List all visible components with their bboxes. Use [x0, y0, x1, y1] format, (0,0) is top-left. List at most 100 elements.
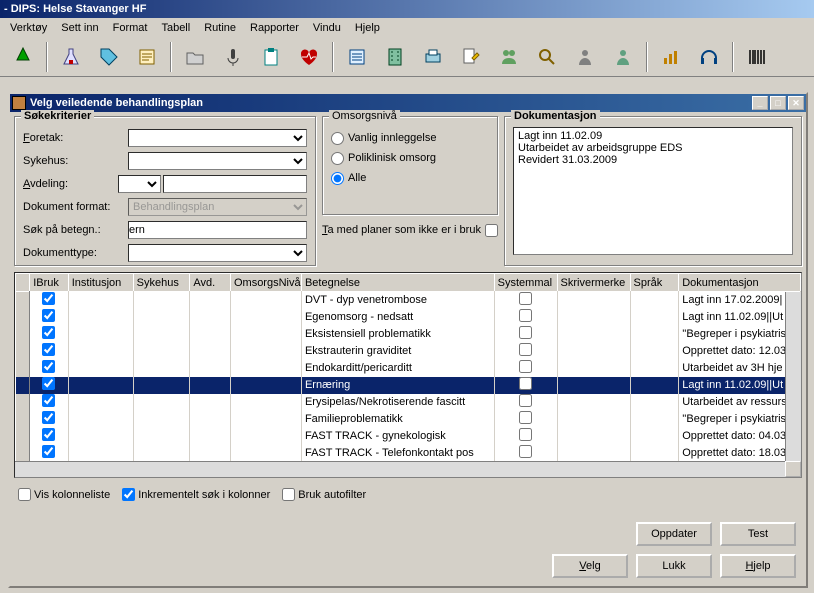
radio-vanlig[interactable]: [331, 132, 344, 145]
building-icon[interactable]: [378, 40, 412, 74]
doktype-select[interactable]: [128, 244, 307, 262]
vertical-scrollbar[interactable]: [785, 292, 801, 461]
ibruk-checkbox[interactable]: [42, 292, 55, 305]
documentation-text[interactable]: Lagt inn 11.02.09 Utarbeidet av arbeidsg…: [513, 127, 793, 255]
oppdater-button[interactable]: Oppdater: [636, 522, 712, 546]
col-avd[interactable]: Avd.: [190, 274, 231, 292]
table-row[interactable]: Egenomsorg - nedsattLagt inn 11.02.09||U…: [16, 309, 801, 326]
foretak-select[interactable]: [128, 129, 307, 147]
radio-vanlig-label: Vanlig innleggelse: [348, 132, 436, 144]
chart-icon[interactable]: [654, 40, 688, 74]
close-button[interactable]: ✕: [788, 96, 804, 110]
avdeling-select[interactable]: [118, 175, 161, 193]
systemmal-checkbox[interactable]: [519, 309, 532, 322]
col-skrivermerke[interactable]: Skrivermerke: [557, 274, 630, 292]
include-checkbox[interactable]: [485, 224, 498, 237]
cb-inkrementelt[interactable]: [122, 488, 135, 501]
col-institusjon[interactable]: Institusjon: [68, 274, 133, 292]
menu-tabell[interactable]: Tabell: [155, 20, 196, 36]
menu-format[interactable]: Format: [107, 20, 154, 36]
systemmal-checkbox[interactable]: [519, 326, 532, 339]
maximize-button[interactable]: □: [770, 96, 786, 110]
person1-icon[interactable]: [568, 40, 602, 74]
tag-icon[interactable]: [92, 40, 126, 74]
documentation-title: Dokumentasjon: [511, 110, 600, 122]
ibruk-checkbox[interactable]: [42, 343, 55, 356]
test-button[interactable]: Test: [720, 522, 796, 546]
ibruk-checkbox[interactable]: [42, 428, 55, 441]
radio-alle[interactable]: [331, 172, 344, 185]
clipboard-icon[interactable]: [254, 40, 288, 74]
systemmal-checkbox[interactable]: [519, 428, 532, 441]
menu-rapporter[interactable]: Rapporter: [244, 20, 305, 36]
doc-pencil-icon[interactable]: [454, 40, 488, 74]
heart-icon[interactable]: [292, 40, 326, 74]
table-row[interactable]: DVT - dyp venetromboseLagt inn 17.02.200…: [16, 292, 801, 309]
systemmal-checkbox[interactable]: [519, 394, 532, 407]
horizontal-scrollbar[interactable]: [15, 461, 785, 477]
cell-dokumentasjon: Opprettet dato: 04.03: [679, 428, 801, 445]
systemmal-checkbox[interactable]: [519, 343, 532, 356]
radio-poli[interactable]: [331, 152, 344, 165]
col-sykehus[interactable]: Sykehus: [133, 274, 190, 292]
ibruk-checkbox[interactable]: [42, 309, 55, 322]
menu-verktoy[interactable]: Verktøy: [4, 20, 53, 36]
app-titlebar: - DIPS: Helse Stavanger HF: [0, 0, 814, 18]
note-icon[interactable]: [130, 40, 164, 74]
dialog-titlebar: Velg veiledende behandlingsplan _ □ ✕: [10, 94, 806, 112]
table-row[interactable]: Ekstrauterin graviditetOpprettet dato: 1…: [16, 343, 801, 360]
velg-button[interactable]: Velg: [552, 554, 628, 578]
systemmal-checkbox[interactable]: [519, 411, 532, 424]
table-row[interactable]: Familieproblematikk''Begreper i psykiatr…: [16, 411, 801, 428]
ibruk-checkbox[interactable]: [42, 377, 55, 390]
flask-icon[interactable]: [54, 40, 88, 74]
headset-icon[interactable]: [692, 40, 726, 74]
table-row[interactable]: ErnæringLagt inn 11.02.09||Ut: [16, 377, 801, 394]
bell-icon[interactable]: [6, 40, 40, 74]
minimize-button[interactable]: _: [752, 96, 768, 110]
mic-icon[interactable]: [216, 40, 250, 74]
folder-icon[interactable]: [178, 40, 212, 74]
list-icon[interactable]: [340, 40, 374, 74]
people-icon[interactable]: [492, 40, 526, 74]
table-row[interactable]: Eksistensiell problematikk''Begreper i p…: [16, 326, 801, 343]
ibruk-checkbox[interactable]: [42, 326, 55, 339]
avdeling-input[interactable]: [163, 175, 307, 193]
cell-betegnelse: Familieproblematikk: [301, 411, 494, 428]
systemmal-checkbox[interactable]: [519, 445, 532, 458]
systemmal-checkbox[interactable]: [519, 377, 532, 390]
systemmal-checkbox[interactable]: [519, 292, 532, 305]
col-ibruk[interactable]: IBruk: [30, 274, 69, 292]
person2-icon[interactable]: [606, 40, 640, 74]
menu-vindu[interactable]: Vindu: [307, 20, 347, 36]
cell-betegnelse: DVT - dyp venetrombose: [301, 292, 494, 309]
col-systemmal[interactable]: Systemmal: [494, 274, 557, 292]
print-icon[interactable]: [416, 40, 450, 74]
col-dokumentasjon[interactable]: Dokumentasjon: [679, 274, 801, 292]
table-row[interactable]: Endokarditt/pericardittUtarbeidet av 3H …: [16, 360, 801, 377]
col-omsorg[interactable]: OmsorgsNivå: [230, 274, 301, 292]
ibruk-checkbox[interactable]: [42, 394, 55, 407]
ibruk-checkbox[interactable]: [42, 411, 55, 424]
table-row[interactable]: Erysipelas/Nekrotiserende fascittUtarbei…: [16, 394, 801, 411]
ibruk-checkbox[interactable]: [42, 360, 55, 373]
sykehus-select[interactable]: [128, 152, 307, 170]
lukk-button[interactable]: Lukk: [636, 554, 712, 578]
menu-settinn[interactable]: Sett inn: [55, 20, 104, 36]
cb-kolonneliste[interactable]: [18, 488, 31, 501]
ibruk-checkbox[interactable]: [42, 445, 55, 458]
cell-betegnelse: Eksistensiell problematikk: [301, 326, 494, 343]
menu-rutine[interactable]: Rutine: [198, 20, 242, 36]
cb-autofilter[interactable]: [282, 488, 295, 501]
hjelp-button[interactable]: Hjelp: [720, 554, 796, 578]
systemmal-checkbox[interactable]: [519, 360, 532, 373]
col-betegnelse[interactable]: Betegnelse: [301, 274, 494, 292]
table-row[interactable]: FAST TRACK - Telefonkontakt posOpprettet…: [16, 445, 801, 462]
menu-hjelp[interactable]: Hjelp: [349, 20, 386, 36]
table-row[interactable]: FAST TRACK - gynekologiskOpprettet dato:…: [16, 428, 801, 445]
barcode-icon[interactable]: [740, 40, 774, 74]
app-title: - DIPS: Helse Stavanger HF: [4, 3, 146, 15]
sok-input[interactable]: [128, 221, 307, 239]
search-icon[interactable]: [530, 40, 564, 74]
col-sprak[interactable]: Språk: [630, 274, 679, 292]
